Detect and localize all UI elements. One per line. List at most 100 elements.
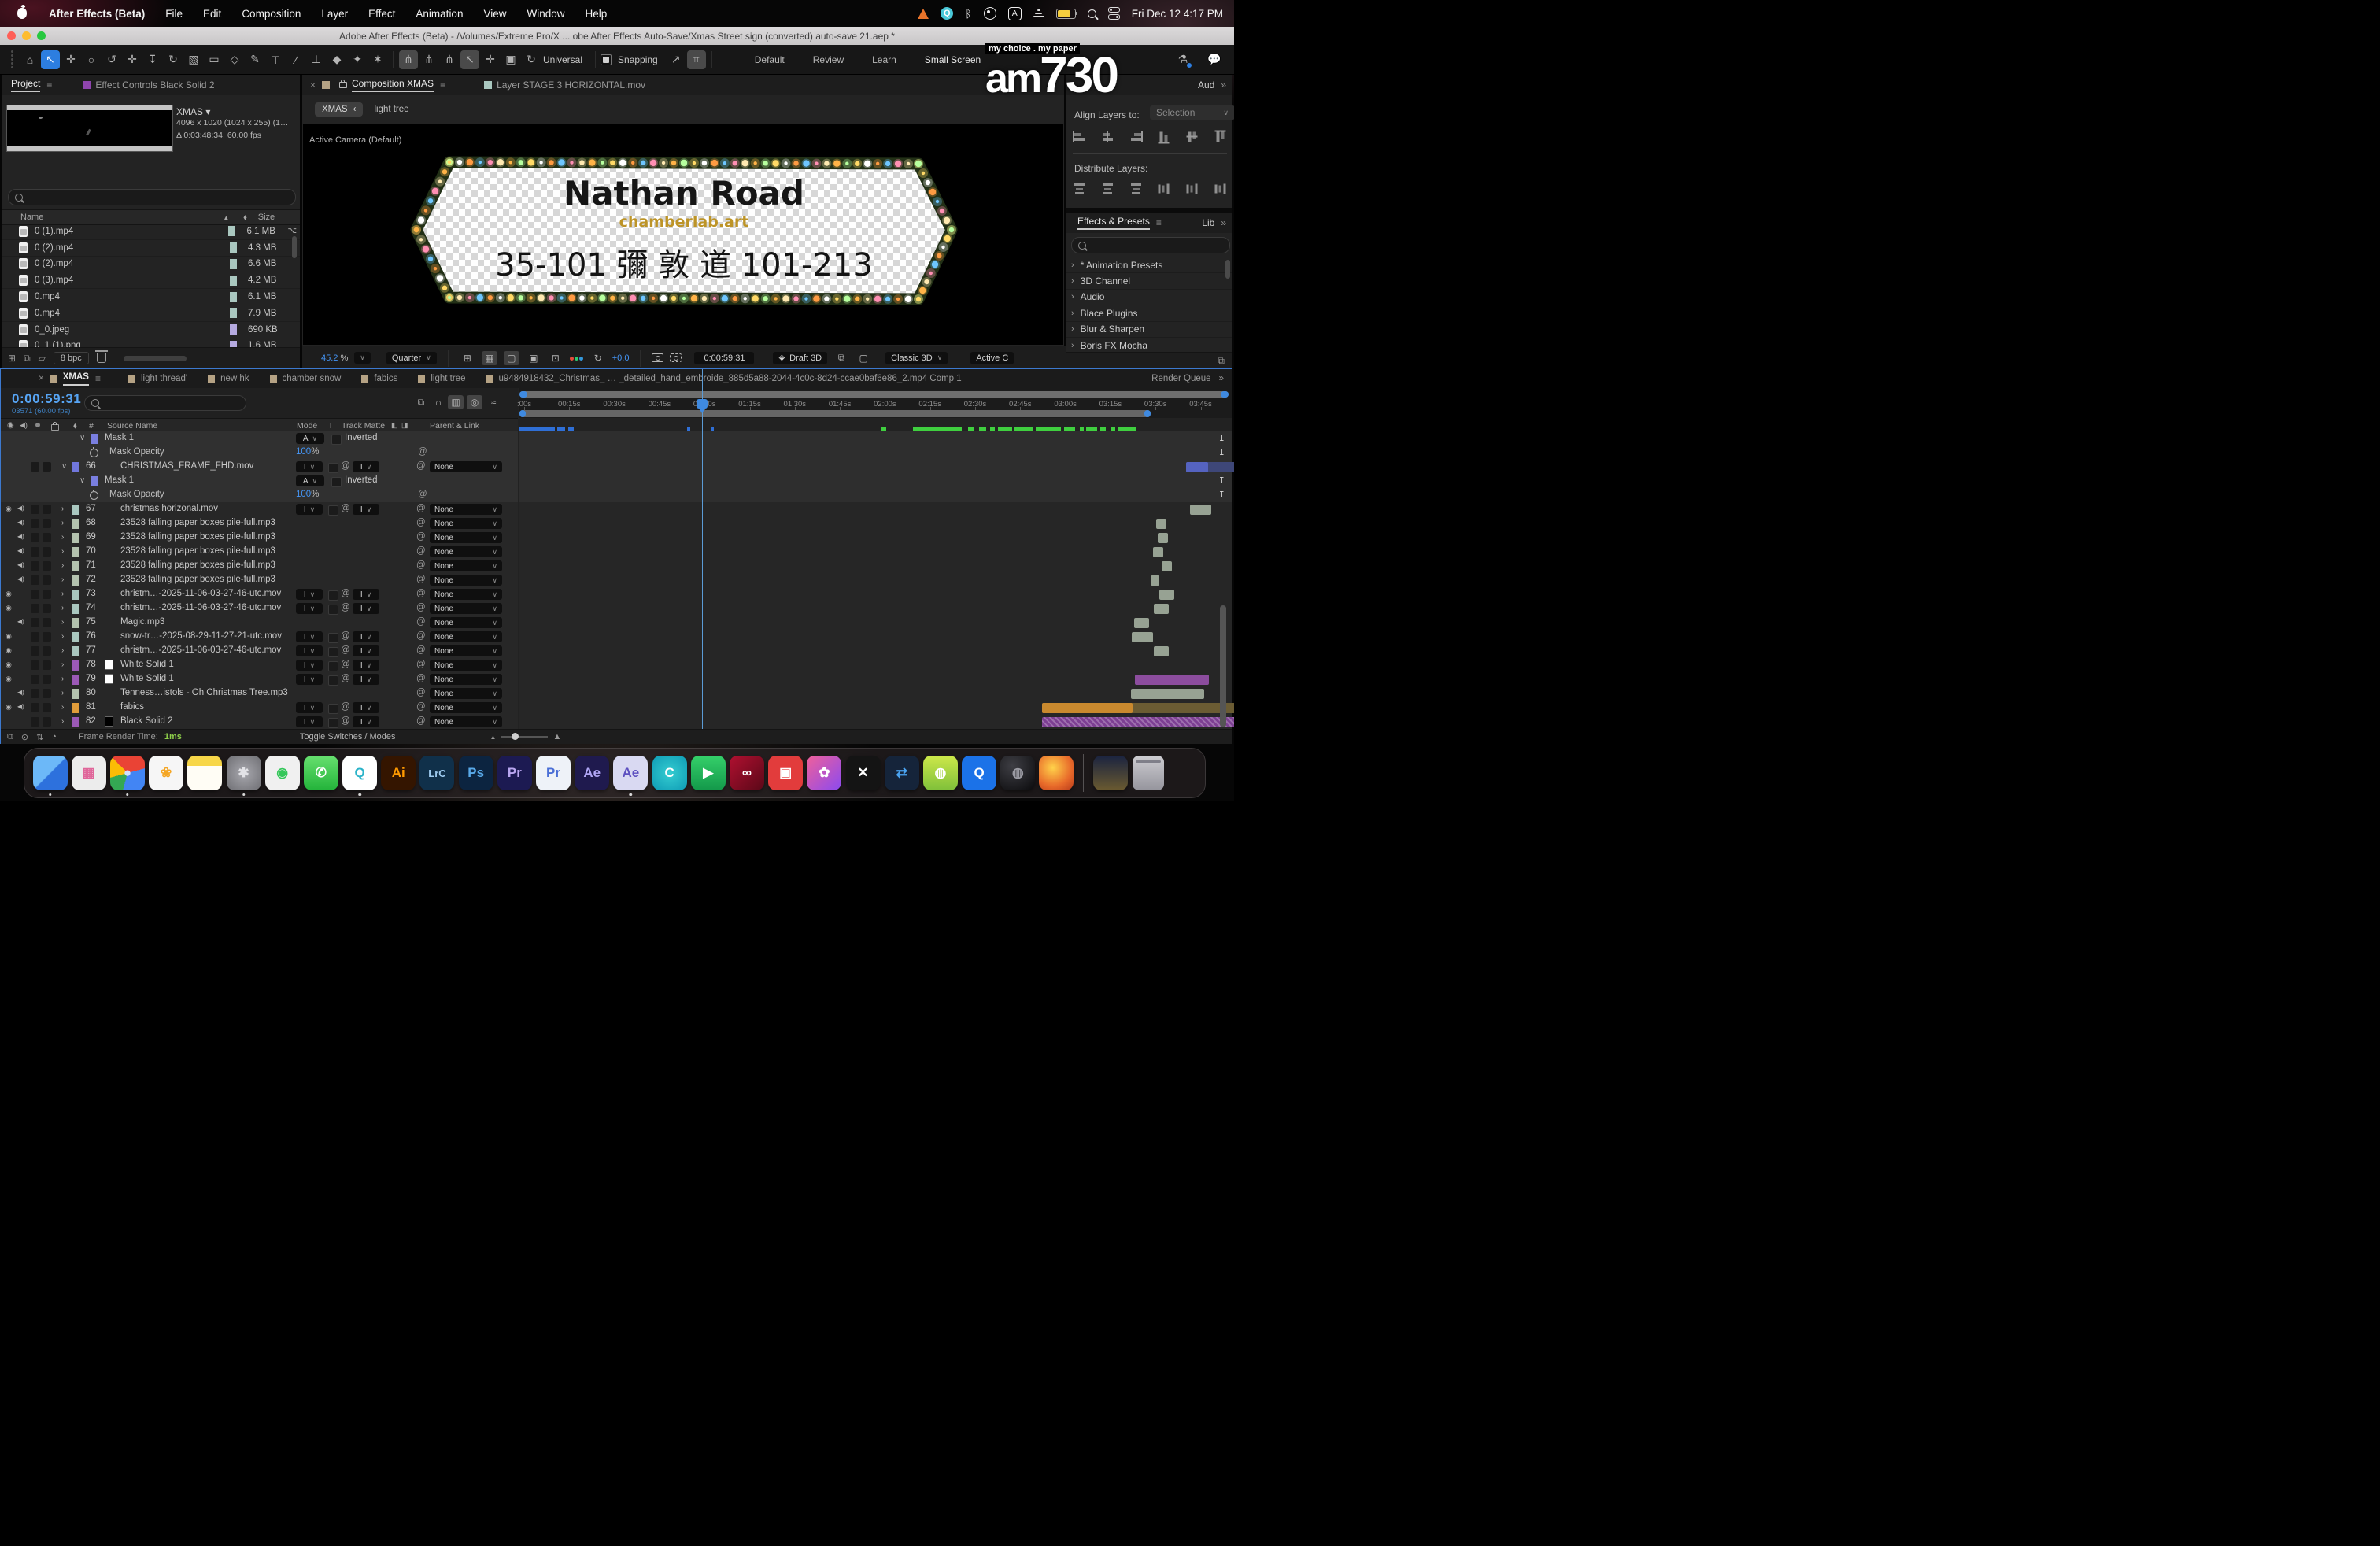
zoom-value[interactable]: 45.2 <box>321 353 338 363</box>
project-file-row[interactable]: 0 (3).mp44.2 MB <box>2 272 300 289</box>
dock-app-finder[interactable] <box>33 756 68 790</box>
composition-viewer[interactable]: Active Camera (Default) Nathan Road cham… <box>303 124 1063 345</box>
dock-app-play-app[interactable]: ▶ <box>691 756 726 790</box>
project-file-row[interactable]: 0.mp46.1 MB <box>2 289 300 305</box>
view-layout-icon[interactable]: ▢ <box>856 351 871 365</box>
lock-column-icon[interactable] <box>51 424 59 431</box>
breadcrumb-layer[interactable]: light tree <box>374 105 408 114</box>
project-file-row[interactable]: 0 (2).mp46.6 MB <box>2 257 300 273</box>
effects-category-blur-sharpen[interactable]: ›Blur & Sharpen <box>1066 322 1232 338</box>
snap-bracket-icon[interactable]: ⌗ <box>687 50 706 69</box>
dock-app-photoshop[interactable]: Ps <box>459 756 493 790</box>
gizmo-universal[interactable]: ⋔ <box>399 50 418 69</box>
rotation-tool[interactable]: ↻ <box>164 50 183 69</box>
effects-category--animation-presets[interactable]: ›* Animation Presets <box>1066 257 1232 273</box>
dock-app-q-search-app[interactable]: Q <box>342 756 377 790</box>
bluetooth-icon[interactable]: ᛒ <box>965 7 971 20</box>
q-search-menu-icon[interactable]: Q <box>941 7 953 20</box>
dock-app-green-app[interactable]: ◍ <box>923 756 958 790</box>
ruler-grid-icon[interactable]: ⊞ <box>460 351 475 365</box>
expand-inout-icon[interactable]: ⇅ <box>36 732 43 742</box>
layer-duration-bar[interactable] <box>1156 519 1166 529</box>
label-chip[interactable] <box>230 276 237 286</box>
dock-app-chrome[interactable]: ● <box>110 756 145 790</box>
label-chip[interactable] <box>230 242 237 253</box>
timeline-vscrollbar[interactable] <box>1220 605 1226 727</box>
distribute-h-center-icon[interactable] <box>1187 183 1198 196</box>
breadcrumb-comp-button[interactable]: XMAS‹ <box>315 102 363 117</box>
gizmo-select[interactable]: ↖ <box>460 50 479 69</box>
timeline-tab-2[interactable]: new hk <box>208 374 249 383</box>
spotlight-icon[interactable] <box>1088 9 1096 18</box>
app-menu[interactable]: After Effects (Beta) <box>49 8 145 20</box>
solo-column-icon[interactable] <box>35 423 40 427</box>
comp-tab-close-icon[interactable]: × <box>310 80 316 91</box>
menu-item-view[interactable]: View <box>483 8 506 20</box>
layer-duration-bar[interactable] <box>1159 590 1174 600</box>
dock-app-after-effects[interactable]: Ae <box>575 756 609 790</box>
current-timecode[interactable]: 0:00:59:31 <box>12 391 81 407</box>
fx-overflow-chevron[interactable]: » <box>1221 217 1226 228</box>
layer-duration-bar[interactable] <box>1042 717 1234 727</box>
timeline-tab-xmas-active[interactable]: XMAS≡ <box>50 372 108 386</box>
distribute-top-icon[interactable] <box>1073 183 1086 194</box>
effects-scrollbar[interactable] <box>1225 260 1230 279</box>
layer-duration-bar[interactable] <box>1158 533 1168 543</box>
align-bottom-icon[interactable] <box>1214 131 1225 144</box>
align-top-icon[interactable] <box>1159 131 1170 144</box>
layer-duration-bar[interactable] <box>1135 675 1209 685</box>
dock-app-whatsapp[interactable]: ✆ <box>304 756 338 790</box>
unlock-icon[interactable] <box>339 82 347 88</box>
expand-layer-switches-icon[interactable]: ⧉ <box>7 732 13 742</box>
toolbar-grip[interactable] <box>11 50 13 68</box>
reset-exposure-icon[interactable]: ↻ <box>590 351 606 365</box>
distribute-right-icon[interactable] <box>1214 183 1225 196</box>
align-right-icon[interactable] <box>1129 131 1143 142</box>
panel-overflow-chevron[interactable]: » <box>1221 80 1226 91</box>
track-lane[interactable] <box>519 701 1232 716</box>
track-lane[interactable] <box>519 686 1232 701</box>
project-search-input[interactable] <box>8 189 296 205</box>
menu-item-file[interactable]: File <box>165 8 183 20</box>
crop-icon[interactable]: ⊡ <box>548 351 564 365</box>
stereo-3d-icon[interactable]: ⧉ <box>833 351 849 365</box>
track-lane[interactable] <box>519 587 1232 602</box>
tab-render-queue[interactable]: Render Queue <box>1151 374 1210 383</box>
preview-item-name[interactable]: XMAS ▾ <box>176 106 288 117</box>
battery-icon[interactable] <box>1056 9 1076 19</box>
gizmo-local[interactable]: ⋔ <box>419 50 438 69</box>
effects-category-audio[interactable]: ›Audio <box>1066 290 1232 305</box>
effects-category-blace-plugins[interactable]: ›Blace Plugins <box>1066 305 1232 321</box>
layer-duration-bar[interactable] <box>1154 604 1169 614</box>
dock-app-creative-cloud[interactable]: ∞ <box>730 756 764 790</box>
track-lane[interactable]: I <box>519 474 1232 489</box>
menu-item-effect[interactable]: Effect <box>368 8 395 20</box>
menu-item-window[interactable]: Window <box>527 8 565 20</box>
track-lane[interactable] <box>519 658 1232 673</box>
motion-blur-icon[interactable]: ◎ <box>467 395 482 409</box>
layer-duration-bar[interactable] <box>1154 646 1169 656</box>
track-lane[interactable] <box>519 672 1232 687</box>
eye-column-icon[interactable]: ◉ <box>7 421 14 430</box>
renderer-dropdown[interactable]: Classic 3D∨ <box>885 352 948 364</box>
stamp-tool[interactable]: ⊥ <box>307 50 326 69</box>
col-track-matte[interactable]: Track Matte <box>342 421 385 431</box>
orbit-camera-tool[interactable]: ↺ <box>102 50 121 69</box>
label-column-icon[interactable]: ⬧ <box>73 421 77 431</box>
track-lane[interactable] <box>519 644 1232 659</box>
track-lane[interactable]: I <box>519 431 1232 446</box>
workspace-learn[interactable]: Learn <box>872 54 896 65</box>
roi-icon[interactable]: ▢ <box>504 351 519 365</box>
align-h-center-icon[interactable] <box>1101 131 1114 142</box>
project-scrollbar[interactable] <box>292 236 297 258</box>
layer-duration-bar[interactable] <box>1162 561 1172 571</box>
col-t[interactable]: T <box>328 421 333 431</box>
selection-tool[interactable]: ↖ <box>41 50 60 69</box>
layer-duration-bar[interactable] <box>1153 547 1163 557</box>
creative-cloud-warning-icon[interactable] <box>918 9 929 19</box>
snapping-label[interactable]: Snapping <box>618 54 658 65</box>
expand-transfer-icon[interactable]: ⊙ <box>21 732 28 742</box>
dock-app-find-my[interactable]: ◉ <box>265 756 300 790</box>
gizmo-reset[interactable]: ↻ <box>522 50 541 69</box>
pen-tool[interactable]: ✎ <box>246 50 264 69</box>
